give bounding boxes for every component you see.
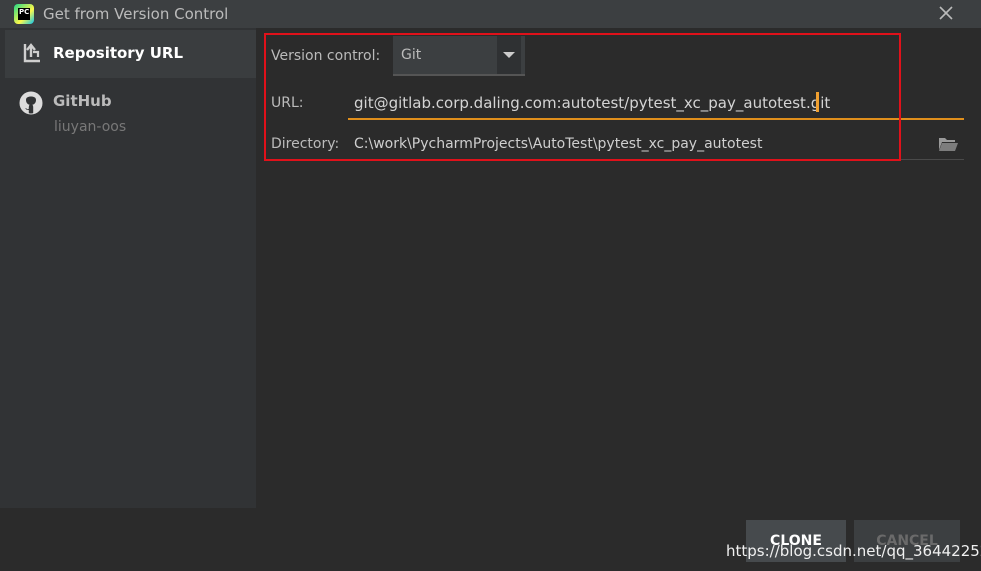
text-caret bbox=[816, 92, 819, 112]
url-label: URL: bbox=[271, 95, 304, 111]
github-icon bbox=[19, 91, 43, 115]
version-control-select[interactable]: Git bbox=[393, 36, 525, 76]
dialog-window: PC Get from Version Control Repository U… bbox=[0, 0, 981, 571]
github-account-name: liuyan-oos bbox=[54, 119, 127, 135]
folder-icon[interactable] bbox=[938, 136, 958, 152]
close-button[interactable] bbox=[936, 3, 956, 23]
sidebar-item-label: Repository URL bbox=[53, 44, 183, 62]
version-control-label: Version control: bbox=[271, 48, 381, 64]
pycharm-logo-icon: PC bbox=[14, 4, 34, 24]
dropdown-button[interactable] bbox=[497, 36, 521, 74]
sidebar-item-label: GitHub bbox=[53, 92, 112, 110]
watermark: https://blog.csdn.net/qq_36442252 bbox=[726, 542, 981, 560]
title-bar: PC Get from Version Control bbox=[0, 0, 981, 28]
close-icon bbox=[939, 6, 953, 20]
chevron-down-icon bbox=[503, 52, 515, 58]
dialog-title: Get from Version Control bbox=[43, 5, 229, 23]
directory-label: Directory: bbox=[271, 136, 340, 152]
repository-url-icon bbox=[23, 43, 40, 63]
directory-input[interactable] bbox=[348, 128, 964, 160]
sidebar-item-repository-url[interactable]: Repository URL bbox=[5, 30, 256, 78]
sidebar-item-github[interactable]: GitHub liuyan-oos bbox=[5, 84, 256, 144]
url-input[interactable] bbox=[348, 88, 964, 120]
version-control-value: Git bbox=[401, 47, 422, 63]
app-logo-text: PC bbox=[18, 8, 30, 20]
background-window-strip bbox=[0, 564, 981, 571]
